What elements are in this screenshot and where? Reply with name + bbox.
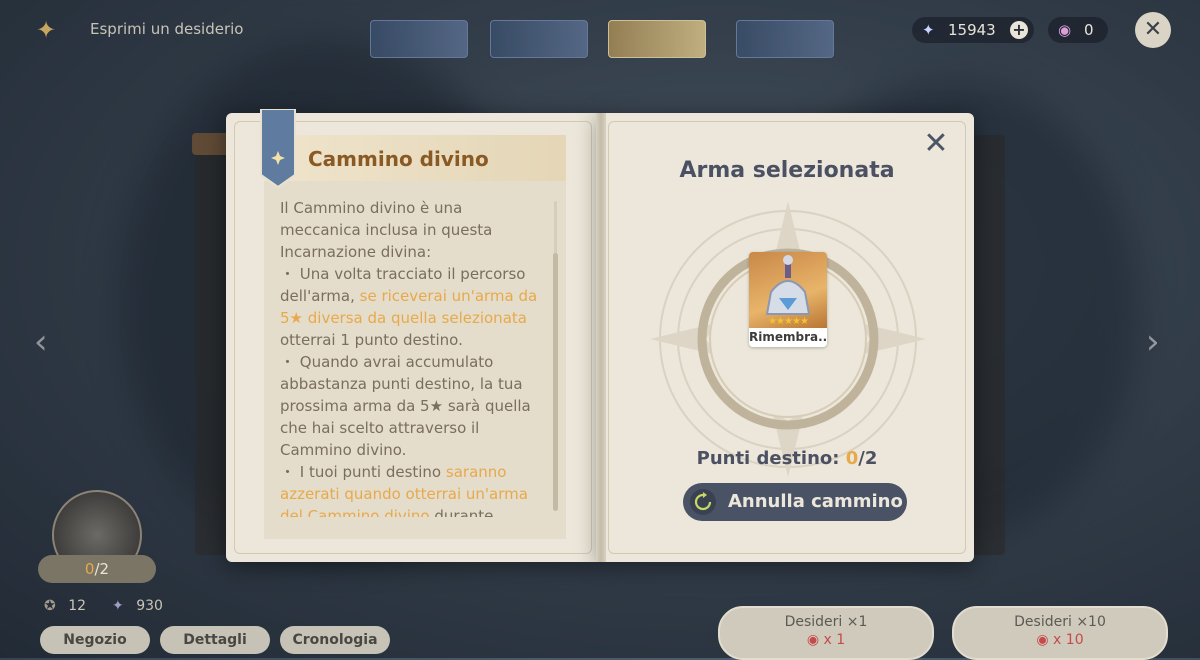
weapon-name: Rimembra..	[749, 330, 827, 344]
bookmark-icon	[260, 109, 296, 189]
starglitter-icon: ✪	[44, 598, 56, 614]
selected-weapon-title: Arma selezionata	[679, 158, 895, 183]
starglitter-count: ✪ 12	[44, 598, 87, 614]
details-button[interactable]: Dettagli	[160, 626, 270, 654]
stardust-icon: ✦	[112, 598, 124, 614]
primogem-counter: ✦ 15943 +	[912, 17, 1034, 43]
info-paragraph: Il Cammino divino è una meccanica inclus…	[280, 199, 493, 261]
wish-10-button[interactable]: Desideri ×10 ◉ x 10	[952, 606, 1168, 660]
fate-points-pill[interactable]: 0/2	[38, 555, 156, 583]
prev-banner-arrow-icon[interactable]: ‹	[34, 322, 48, 362]
banner-tab-1[interactable]	[370, 20, 468, 58]
history-button[interactable]: Cronologia	[280, 626, 390, 654]
fate-icon: ◉	[806, 632, 820, 648]
info-paragraph: ・ Una volta tracciato il percorso dell'a…	[280, 265, 538, 349]
fate-icon: ◉	[1036, 632, 1049, 648]
fate-points-label: Punti destino: 0/2	[696, 448, 878, 469]
cancel-path-button[interactable]: Annulla cammino	[683, 483, 907, 521]
add-primogem-button[interactable]: +	[1010, 21, 1028, 39]
close-wish-button[interactable]: ✕	[1135, 12, 1171, 48]
banner-tab-weapon[interactable]	[608, 20, 706, 58]
fate-icon: ◉	[1058, 21, 1072, 39]
banner-tab-2[interactable]	[490, 20, 588, 58]
primogem-icon: ✦	[922, 21, 935, 39]
cancel-path-label: Annulla cammino	[728, 491, 903, 512]
scrollbar-thumb[interactable]	[553, 253, 558, 511]
epitomized-path-dialog: Cammino divino Il Cammino divino è una m…	[226, 109, 974, 562]
top-bar: ✦ Esprimi un desiderio ✦ 15943 + ◉ 0 ✕	[0, 0, 1200, 62]
page-title: Esprimi un desiderio	[90, 20, 244, 38]
weapon-rarity-stars: ★★★★★	[768, 316, 809, 327]
refresh-icon	[690, 489, 716, 515]
close-dialog-button[interactable]: ✕	[923, 129, 949, 159]
weapon-image: ★★★★★	[749, 252, 827, 328]
primogem-amount: 15943	[948, 21, 996, 39]
info-title: Cammino divino	[308, 147, 489, 171]
selected-weapon-card[interactable]: ★★★★★ Rimembra..	[749, 252, 827, 347]
shop-button[interactable]: Negozio	[40, 626, 150, 654]
fate-amount: 0	[1084, 21, 1094, 39]
stardust-count: ✦ 930	[112, 598, 163, 614]
next-banner-arrow-icon[interactable]: ›	[1146, 322, 1160, 362]
wish-1-button[interactable]: Desideri ×1 ◉ x 1	[718, 606, 934, 660]
fate-counter: ◉ 0	[1048, 17, 1108, 43]
info-paragraph: ・ Quando avrai accumulato abbastanza pun…	[280, 353, 531, 459]
info-text[interactable]: Il Cammino divino è una meccanica inclus…	[280, 197, 542, 517]
banner-tab-standard[interactable]	[736, 20, 834, 58]
info-paragraph: ・ I tuoi punti destino saranno azzerati …	[280, 463, 528, 517]
wish-star-icon: ✦	[36, 16, 57, 44]
